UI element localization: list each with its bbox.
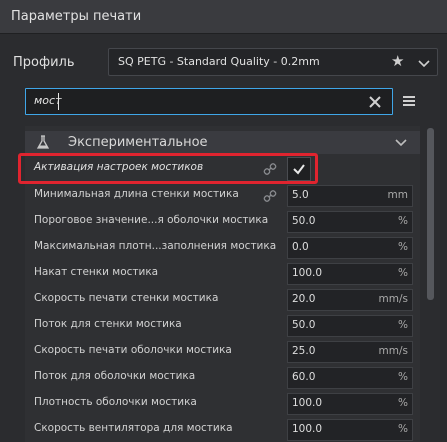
setting-row: Скорость печати оболочки мостика 25.0 mm… [25, 339, 420, 365]
setting-unit: mm/s [378, 345, 408, 357]
setting-value-field[interactable]: 5.0 mm [287, 185, 413, 207]
setting-row: Скорость печати стенки мостика 20.0 mm/s [25, 287, 420, 313]
setting-label: Скорость вентилятора для мостика [34, 422, 233, 434]
setting-value-field[interactable]: 60.0 % [287, 367, 413, 389]
star-icon[interactable]: ★ [391, 52, 404, 70]
setting-value-field[interactable]: 100.0 % [287, 419, 413, 441]
link-icon [263, 190, 277, 202]
hamburger-menu-icon[interactable] [401, 93, 417, 109]
setting-row: Скорость вентилятора для мостика 100.0 % [25, 417, 420, 442]
setting-label: Минимальная длина стенки мостика [34, 188, 239, 200]
setting-label: Пороговое значение...я оболочки мостика [34, 214, 269, 226]
setting-unit: % [398, 241, 408, 253]
setting-value-field[interactable]: 100.0 % [287, 263, 413, 285]
section-label: Экспериментальное [68, 135, 208, 150]
setting-unit: mm/s [378, 293, 408, 305]
setting-label: Скорость печати стенки мостика [34, 292, 219, 304]
setting-value: 60.0 [292, 371, 316, 383]
window-title: Параметры печати [11, 9, 142, 24]
setting-unit: % [398, 215, 408, 227]
setting-label: Накат стенки мостика [34, 266, 159, 278]
chevron-down-icon[interactable] [394, 135, 408, 149]
setting-row: Плотность оболочки мостика 100.0 % [25, 391, 420, 417]
setting-unit: % [398, 397, 408, 409]
setting-label: Плотность оболочки мостика [34, 396, 197, 408]
setting-value: 20.0 [292, 293, 316, 305]
setting-unit: % [398, 371, 408, 383]
chevron-down-icon[interactable] [417, 56, 431, 70]
setting-row: Пороговое значение...я оболочки мостика … [25, 209, 420, 235]
setting-unit: % [398, 319, 408, 331]
setting-label: Максимальная плотн...заполнения мостика [34, 240, 277, 252]
setting-value: 100.0 [292, 397, 323, 409]
setting-label: Поток для оболочки мостика [34, 370, 196, 382]
highlight-frame [18, 153, 318, 184]
setting-value: 50.0 [292, 319, 316, 331]
setting-row: Минимальная длина стенки мостика 5.0 mm [25, 183, 420, 209]
search-input[interactable]: мост [25, 88, 393, 115]
setting-unit: % [398, 267, 408, 279]
close-icon[interactable] [367, 94, 383, 110]
setting-value-field[interactable]: 20.0 mm/s [287, 289, 413, 311]
setting-value: 100.0 [292, 267, 323, 279]
profile-select[interactable]: SQ PETG - Standard Quality - 0.2mm ★ [108, 48, 438, 76]
profile-value: SQ PETG - Standard Quality - 0.2mm [118, 55, 320, 68]
setting-unit: % [398, 423, 408, 435]
profile-row: Профиль SQ PETG - Standard Quality - 0.2… [0, 42, 447, 82]
setting-value: 50.0 [292, 215, 316, 227]
setting-row: Накат стенки мостика 100.0 % [25, 261, 420, 287]
setting-row: Поток для оболочки мостика 60.0 % [25, 365, 420, 391]
profile-label: Профиль [13, 55, 75, 70]
setting-value: 25.0 [292, 345, 316, 357]
setting-value: 5.0 [292, 189, 309, 201]
setting-value-field[interactable]: 25.0 mm/s [287, 341, 413, 363]
title-bar: Параметры печати [0, 0, 447, 34]
setting-value: 100.0 [292, 423, 323, 435]
setting-label: Поток для стенки мостика [34, 318, 182, 330]
setting-value-field[interactable]: 50.0 % [287, 315, 413, 337]
setting-row: Максимальная плотн...заполнения мостика … [25, 235, 420, 261]
setting-value-field[interactable]: 0.0 % [287, 237, 413, 259]
text-caret [58, 93, 59, 110]
setting-value-field[interactable]: 100.0 % [287, 393, 413, 415]
scrollbar-thumb[interactable] [427, 128, 434, 300]
section-header-experimental[interactable]: Экспериментальное [25, 131, 420, 154]
setting-row: Поток для стенки мостика 50.0 % [25, 313, 420, 339]
setting-unit: mm [387, 189, 408, 201]
setting-value: 0.0 [292, 241, 309, 253]
setting-value-field[interactable]: 50.0 % [287, 211, 413, 233]
setting-label: Скорость печати оболочки мостика [34, 344, 232, 356]
flask-icon [36, 135, 50, 149]
